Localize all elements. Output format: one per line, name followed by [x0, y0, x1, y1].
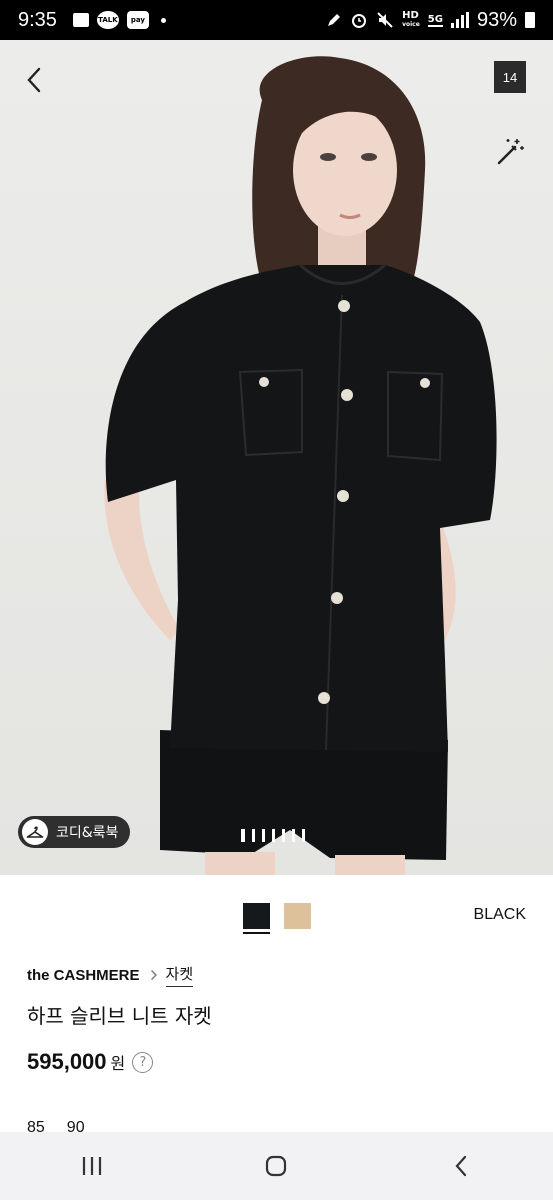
magic-wand-icon	[497, 139, 524, 165]
model-photo	[0, 40, 553, 875]
page-indicator	[241, 829, 305, 842]
message-notification-icon	[72, 13, 89, 27]
battery-icon	[525, 12, 535, 28]
back-button[interactable]	[18, 64, 50, 96]
recent-apps-icon	[83, 1157, 102, 1175]
page-dot	[262, 829, 265, 842]
home-button[interactable]	[246, 1146, 306, 1186]
price-currency: 원	[110, 1054, 126, 1073]
talk-notification-icon: TALK	[96, 11, 119, 29]
5g-indicator: 5G	[427, 13, 443, 27]
page-dot	[241, 829, 245, 842]
product-image[interactable]: 14 코디&룩북	[0, 40, 553, 875]
home-icon	[266, 1155, 287, 1177]
color-swatches	[243, 903, 311, 929]
category-link[interactable]: 자켓	[165, 963, 194, 987]
status-time: 9:35	[18, 8, 57, 31]
chevron-left-icon	[27, 67, 41, 93]
page-dot	[272, 829, 275, 842]
hanger-icon	[22, 819, 48, 845]
brand-link[interactable]: the CASHMERE	[27, 967, 140, 984]
more-notifications-icon	[160, 17, 166, 23]
nav-back-button[interactable]	[431, 1146, 491, 1186]
magic-wand-button[interactable]	[494, 136, 526, 168]
nav-back-icon	[455, 1155, 466, 1177]
pencil-icon	[328, 14, 341, 26]
status-bar: 9:35 TALK pay HD voice 5G 93%	[0, 0, 553, 40]
page-dot	[282, 829, 285, 842]
alarm-icon	[352, 14, 367, 28]
color-swatch-black[interactable]	[243, 903, 270, 929]
chevron-right-icon	[150, 970, 157, 980]
battery-percent: 93%	[476, 8, 517, 31]
price-help-icon[interactable]: ?	[132, 1051, 154, 1073]
pay-notification-icon: pay	[126, 11, 149, 29]
page-dot	[302, 829, 305, 842]
selected-color-name: BLACK	[473, 906, 526, 923]
selected-swatch-indicator	[243, 932, 270, 934]
coordi-lookbook-button[interactable]: 코디&룩북	[18, 816, 131, 848]
mute-icon	[377, 12, 393, 28]
signal-icon	[450, 12, 469, 28]
hd-voice-indicator: HD voice	[402, 10, 420, 29]
system-nav-bar	[0, 1132, 553, 1200]
breadcrumb: the CASHMERE 자켓	[27, 963, 194, 987]
page-dot	[252, 829, 255, 842]
price-row: 595,000 원 ?	[27, 1049, 154, 1075]
coordi-label: 코디&룩북	[56, 825, 119, 841]
price-value: 595,000	[27, 1049, 107, 1074]
product-name: 하프 슬리브 니트 자켓	[27, 1004, 212, 1028]
color-swatch-beige[interactable]	[284, 903, 311, 929]
recent-apps-button[interactable]	[62, 1146, 122, 1186]
page-dot	[292, 829, 295, 842]
image-count-badge[interactable]: 14	[494, 61, 526, 93]
